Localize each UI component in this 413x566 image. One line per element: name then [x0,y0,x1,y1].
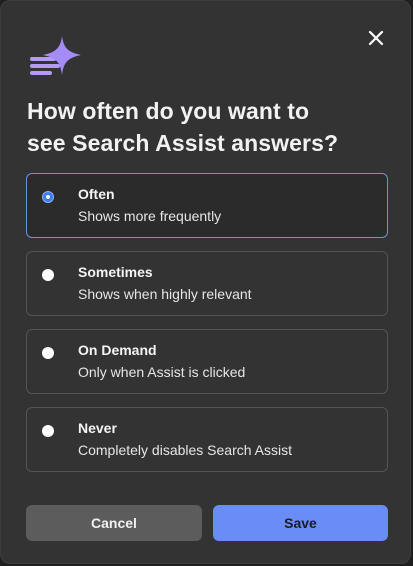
search-assist-sparkle-icon [29,35,83,77]
save-button[interactable]: Save [213,505,388,541]
radio-sometimes[interactable] [42,269,54,281]
option-on-demand[interactable]: On Demand Only when Assist is clicked [26,329,388,394]
search-assist-dialog: How often do you want to see Search Assi… [0,0,411,564]
radio-never[interactable] [42,425,54,437]
radio-on-demand[interactable] [42,347,54,359]
radio-often[interactable] [42,191,54,203]
heading-line-2: see Search Assist answers? [27,130,339,156]
heading-line-1: How often do you want to [27,98,310,124]
cancel-button[interactable]: Cancel [26,505,202,541]
option-description: Completely disables Search Assist [78,442,292,458]
option-title: Sometimes [78,264,153,280]
option-title: Often [78,186,115,202]
option-description: Only when Assist is clicked [78,364,246,380]
close-icon [368,30,384,46]
option-title: On Demand [78,342,157,358]
option-never[interactable]: Never Completely disables Search Assist [26,407,388,472]
option-often[interactable]: Often Shows more frequently [26,173,388,238]
option-description: Shows when highly relevant [78,286,252,302]
option-description: Shows more frequently [78,208,222,224]
dialog-heading: How often do you want to see Search Assi… [27,95,387,159]
close-button[interactable] [363,25,389,51]
option-title: Never [78,420,117,436]
option-sometimes[interactable]: Sometimes Shows when highly relevant [26,251,388,316]
